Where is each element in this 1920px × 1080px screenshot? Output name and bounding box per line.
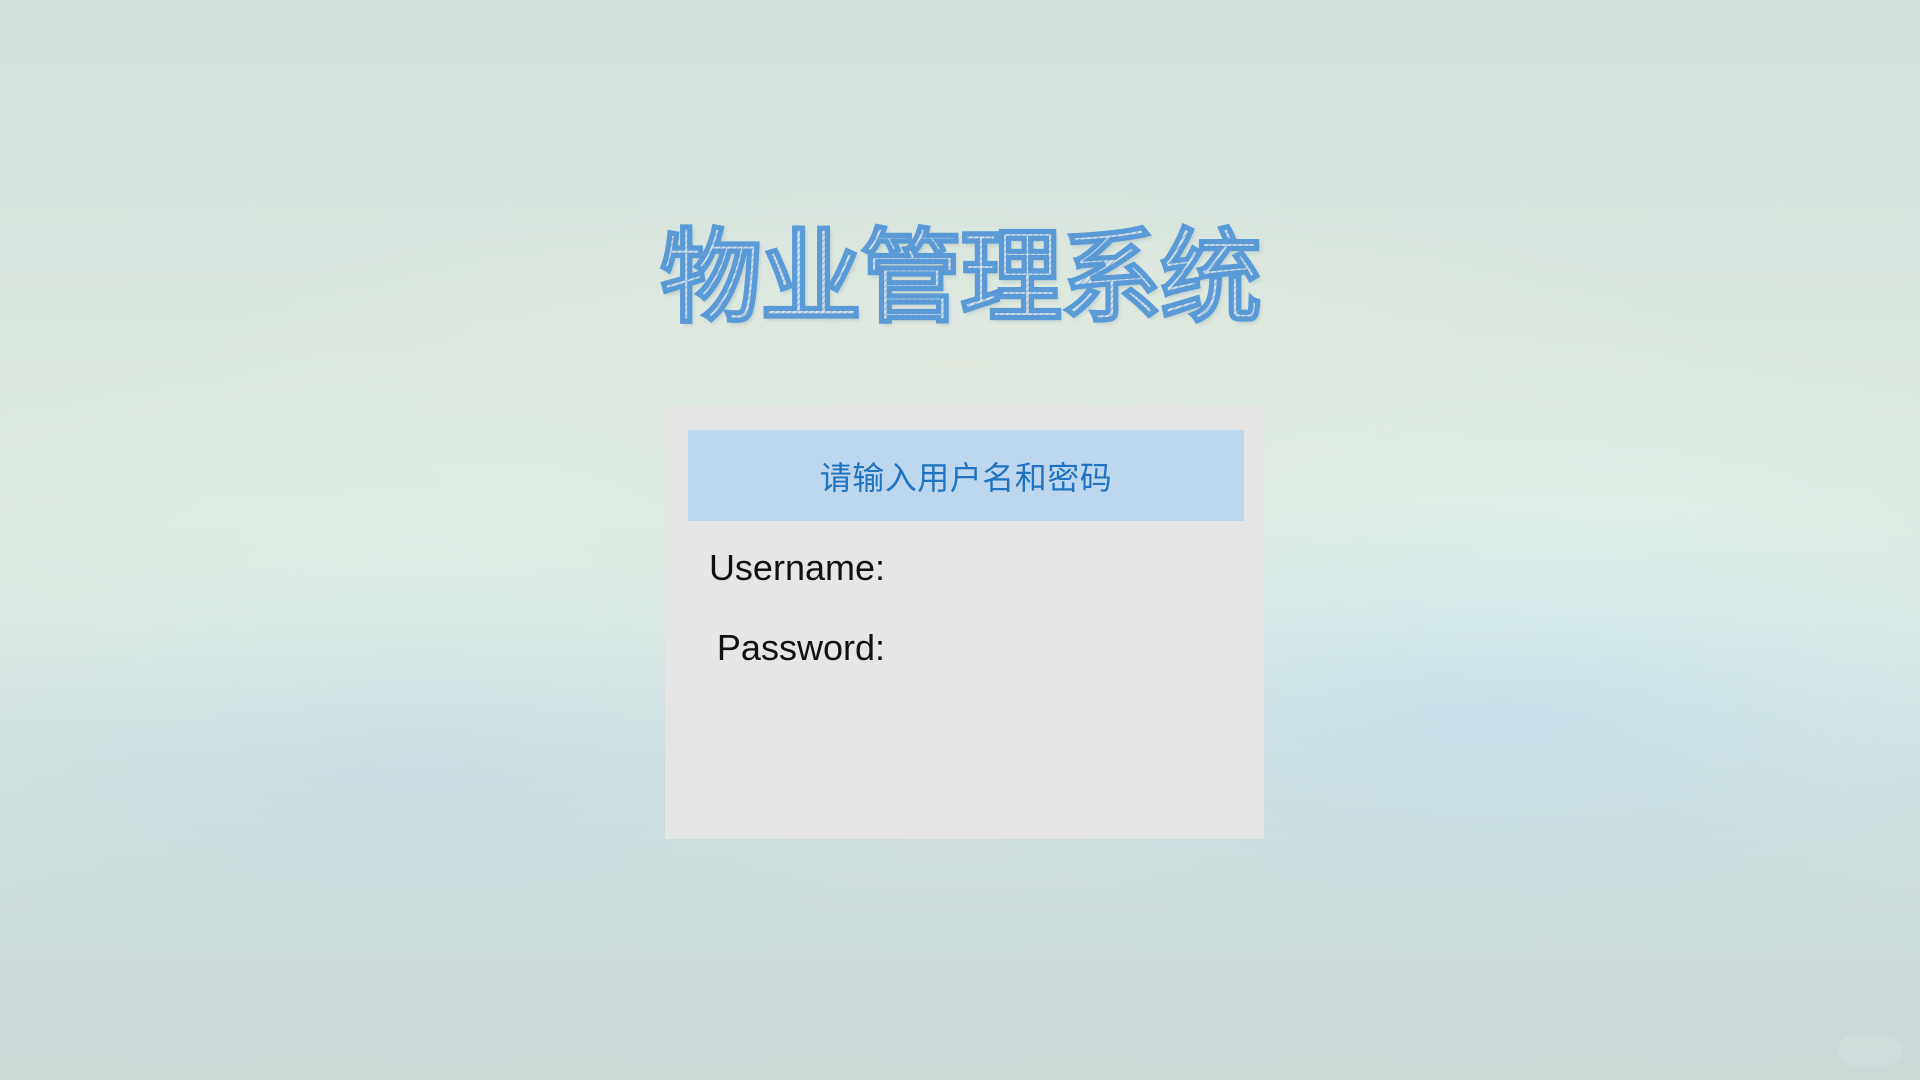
password-input[interactable] xyxy=(897,622,1227,674)
login-prompt: 请输入用户名和密码 xyxy=(819,458,1113,497)
login-panel: 请输入用户名和密码 Username: Password: xyxy=(665,406,1264,839)
login-header: 请输入用户名和密码 xyxy=(688,430,1244,521)
watermark-badge xyxy=(1838,1036,1902,1066)
username-input[interactable] xyxy=(897,542,1227,594)
app-title: 物业管理系统 xyxy=(659,219,1263,338)
password-label: Password: xyxy=(716,627,885,668)
username-label: Username: xyxy=(708,547,885,588)
title-area: 物业管理系统 xyxy=(0,219,1920,338)
